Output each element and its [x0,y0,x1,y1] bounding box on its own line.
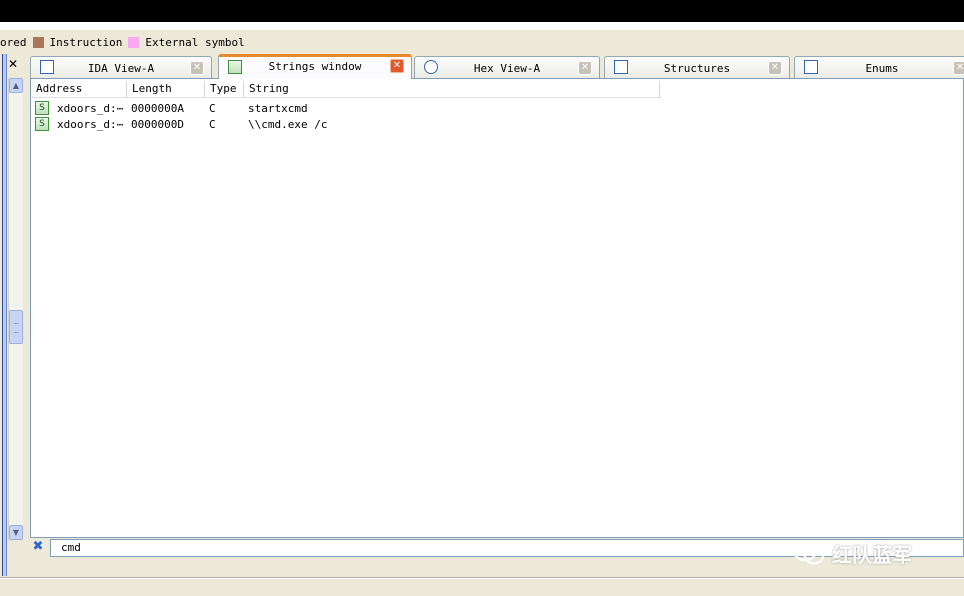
status-bar [0,578,964,596]
left-dock-edge [2,54,7,576]
string-icon: S [35,101,49,115]
tab-label: IDA View-A [87,62,155,75]
tab-enums[interactable]: Enums ✕ [794,56,964,78]
strings-table: Address Length Type String S xdoors_d:⋯ … [30,78,964,538]
tab-strings-window[interactable]: Strings window ✕ [218,54,412,79]
legend-label-instruction: Instruction [49,35,123,49]
tab-label: Hex View-A [473,62,541,75]
tab-label: Enums [865,62,899,75]
left-scrollbar[interactable]: ▲ ▼ [8,78,23,540]
dock-close-icon[interactable]: ✕ [5,57,21,71]
tab-hex-view-a[interactable]: Hex View-A ✕ [414,56,600,78]
hex-view-icon [424,60,438,74]
cell-address: xdoors_d:⋯ [57,117,124,131]
cell-length: 0000000D [131,117,184,131]
toolbar-strip [0,22,964,30]
ida-view-icon [40,60,54,74]
table-row[interactable]: S xdoors_d:⋯ 0000000D C \\cmd.exe /c [35,116,327,132]
table-row[interactable]: S xdoors_d:⋯ 0000000A C startxcmd [35,100,308,116]
cell-length: 0000000A [131,101,184,115]
close-icon[interactable]: ✕ [190,61,204,75]
strings-icon [228,60,242,74]
cell-string: startxcmd [248,101,308,115]
cell-string: \\cmd.exe /c [248,117,328,131]
column-header-string[interactable]: String [244,81,660,98]
column-header-type[interactable]: Type [205,81,244,98]
cell-address: xdoors_d:⋯ [57,101,124,115]
tab-label: Structures [663,62,731,75]
close-icon[interactable]: ✕ [953,61,964,75]
legend-swatch-external-symbol [128,36,140,48]
tab-ida-view-a[interactable]: IDA View-A ✕ [30,56,212,78]
structures-icon [614,60,628,74]
filter-close-icon[interactable]: ✖ [31,540,45,554]
enums-icon [804,60,818,74]
tab-structures[interactable]: Structures ✕ [604,56,790,78]
scroll-up-icon[interactable]: ▲ [9,78,23,93]
color-legend: ored Instruction External symbol [0,34,245,50]
close-icon[interactable]: ✕ [578,61,592,75]
scroll-thumb[interactable] [9,310,23,344]
wechat-icon [792,540,825,565]
title-bar [0,0,964,22]
cell-type: C [209,101,216,115]
legend-swatch-instruction [32,36,44,48]
scroll-down-icon[interactable]: ▼ [9,525,23,540]
watermark-text: 红队蓝军 [832,542,912,567]
close-icon[interactable]: ✕ [390,59,404,73]
legend-label-ored: ored [0,35,27,49]
column-header-address[interactable]: Address [31,81,127,98]
watermark: 红队蓝军 [792,538,912,568]
tab-bar: IDA View-A ✕ Strings window ✕ Hex View-A… [30,54,964,79]
column-header-length[interactable]: Length [127,81,205,98]
string-icon: S [35,117,49,131]
table-header: Address Length Type String [31,81,661,98]
legend-label-external-symbol: External symbol [145,35,245,49]
tab-label: Strings window [268,60,362,73]
close-icon[interactable]: ✕ [768,61,782,75]
cell-type: C [209,117,216,131]
